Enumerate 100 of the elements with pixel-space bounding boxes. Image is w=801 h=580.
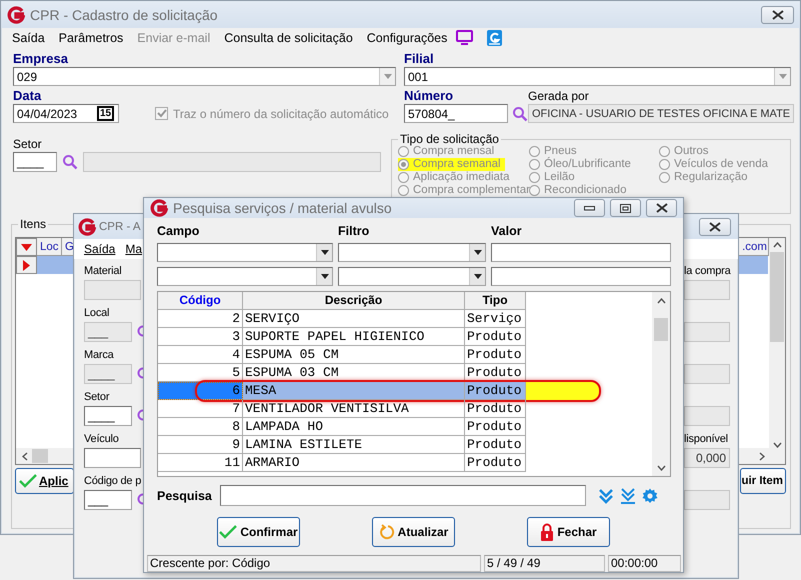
table-cell[interactable]: Produto (465, 436, 526, 454)
table-cell[interactable]: ARMARIO (243, 454, 465, 472)
column-header[interactable]: Descrição (243, 292, 465, 310)
window-title: Pesquisa serviços / material avulso (173, 200, 392, 216)
table-cell[interactable]: ESPUMA 05 CM (243, 346, 465, 364)
remove-item-button[interactable]: uir Item (740, 468, 786, 494)
column-header[interactable]: Loc (37, 238, 62, 256)
table-cell[interactable]: LAMINA ESTILETE (243, 436, 465, 454)
calendar-button[interactable]: 15 (97, 106, 114, 121)
dialog-button[interactable]: Atualizar (372, 517, 455, 547)
table-cell[interactable]: 7 (158, 400, 243, 418)
field-label: Local (84, 306, 110, 321)
table-cell[interactable]: 4 (158, 346, 243, 364)
field-label: Marca (84, 348, 114, 363)
app-logo-icon[interactable] (487, 30, 502, 46)
search-icon[interactable] (512, 106, 528, 122)
group-label: Itens (18, 217, 48, 231)
scroll-thumb[interactable] (32, 449, 48, 463)
sector-field[interactable]: ____ (13, 152, 57, 172)
input-field[interactable]: ____ (84, 406, 132, 426)
filter-dropdown[interactable] (338, 243, 486, 262)
menu-item[interactable]: Saída (5, 30, 52, 44)
dialog-button[interactable]: Confirmar (217, 517, 300, 547)
search-field[interactable] (220, 485, 586, 506)
apply-button[interactable]: Aplic (15, 468, 74, 494)
number-field[interactable]: 570804_ (404, 104, 508, 123)
close-button[interactable] (699, 218, 731, 236)
vertical-scrollbar[interactable] (769, 238, 785, 448)
table-cell[interactable]: Produto (465, 328, 526, 346)
value-field[interactable] (491, 267, 671, 286)
table-cell[interactable]: 11 (158, 454, 243, 472)
field-dropdown[interactable] (157, 267, 333, 286)
scroll-down-icon[interactable] (656, 465, 666, 471)
field-label: Data (13, 89, 42, 103)
table-cell[interactable]: SUPORTE PAPEL HIGIENICO (243, 328, 465, 346)
field-label: Pesquisa (157, 488, 213, 502)
table-cell[interactable]: 6 (158, 382, 243, 400)
vertical-scrollbar[interactable] (652, 292, 670, 476)
field-dropdown[interactable] (157, 243, 333, 262)
minimize-button[interactable] (574, 199, 605, 217)
filter-dropdown[interactable] (338, 267, 486, 286)
logo-icon (150, 199, 168, 217)
scroll-down-icon[interactable] (772, 442, 782, 448)
menu-item[interactable]: Saída (82, 242, 118, 256)
restore-icon (620, 204, 631, 212)
scroll-up-icon[interactable] (656, 298, 666, 304)
input-field[interactable]: ___ (84, 490, 132, 510)
table-cell[interactable]: MESA (243, 382, 465, 400)
column-header[interactable]: Tipo (465, 292, 526, 310)
field-label: Código de p (84, 474, 142, 489)
table-cell[interactable]: Serviço (465, 310, 526, 328)
field-label: Valor (491, 224, 523, 238)
table-cell[interactable]: Produto (465, 346, 526, 364)
settings-icon[interactable] (642, 488, 658, 504)
dialog-button[interactable]: Fechar (527, 517, 610, 547)
close-button[interactable] (761, 6, 794, 24)
menu-item[interactable]: Configurações (360, 30, 454, 44)
table-cell[interactable]: SERVIÇO (243, 310, 465, 328)
table-cell[interactable]: 3 (158, 328, 243, 346)
date-field[interactable]: 04/04/2023 15 (13, 104, 119, 123)
branch-dropdown[interactable]: 001 (404, 67, 791, 86)
refresh-icon (378, 524, 395, 540)
table-cell[interactable]: Produto (465, 400, 526, 418)
table-cell[interactable]: 2 (158, 310, 243, 328)
status-text: 5 / 49 / 49 (484, 555, 605, 572)
close-icon (709, 222, 721, 232)
table-cell[interactable]: 8 (158, 418, 243, 436)
table-cell[interactable]: Produto (465, 418, 526, 436)
created-by-field: OFICINA - USUARIO DE TESTES OFICINA E MATE (528, 104, 794, 123)
close-button[interactable] (646, 199, 677, 217)
menu-item[interactable]: Ma (123, 242, 144, 256)
scroll-left-icon[interactable] (22, 452, 28, 460)
search-icon[interactable] (62, 154, 78, 170)
field-label: Campo (157, 224, 200, 238)
double-chevron-down-icon[interactable] (598, 488, 614, 504)
table-cell[interactable]: Produto (465, 382, 526, 400)
minimize-icon (584, 206, 595, 210)
value-field[interactable] (491, 243, 671, 262)
table-cell[interactable]: VENTILADOR VENTISILVA (243, 400, 465, 418)
monitor-icon[interactable] (456, 30, 474, 45)
sort-arrow-icon[interactable] (21, 244, 32, 250)
menu-item[interactable]: Parâmetros (52, 30, 130, 44)
close-icon (772, 10, 784, 20)
maximize-button[interactable] (610, 199, 641, 217)
input-field[interactable] (84, 448, 141, 468)
table-cell[interactable]: 9 (158, 436, 243, 454)
check-icon (219, 525, 238, 539)
scroll-right-icon[interactable] (759, 452, 765, 460)
table-cell[interactable]: LAMPADA HO (243, 418, 465, 436)
chevron-to-bottom-icon[interactable] (620, 488, 636, 504)
column-header[interactable]: Código (158, 292, 243, 310)
scroll-up-icon[interactable] (772, 242, 782, 248)
scroll-thumb[interactable] (770, 252, 784, 342)
table-cell[interactable]: Produto (465, 454, 526, 472)
field-label: Número (404, 89, 454, 103)
scroll-thumb[interactable] (654, 318, 668, 341)
column-header[interactable]: .com (740, 238, 769, 256)
menu-item[interactable]: Consulta de solicitação (217, 30, 360, 44)
field-label: Setor (84, 390, 110, 405)
company-dropdown[interactable]: 029 (13, 67, 396, 86)
